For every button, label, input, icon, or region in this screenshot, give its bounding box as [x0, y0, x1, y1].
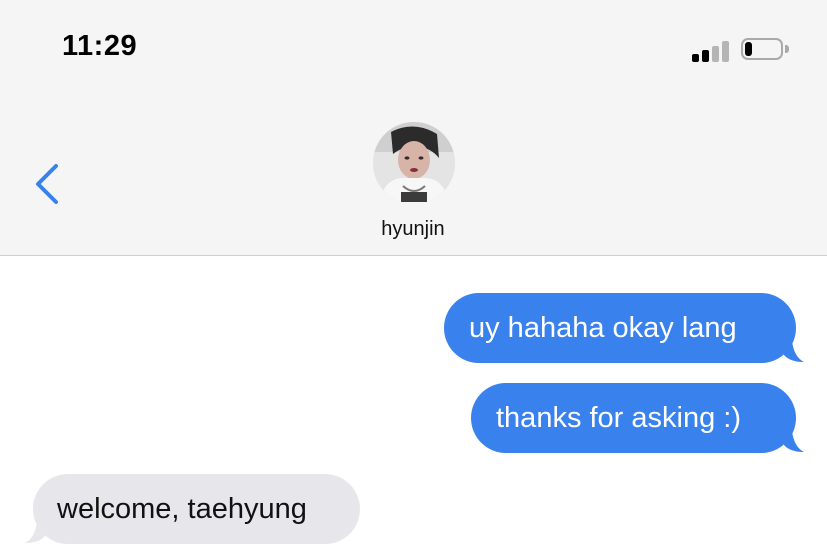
message-text: uy hahaha okay lang: [469, 311, 737, 344]
bubble-tail: [784, 341, 804, 362]
status-time: 11:29: [62, 30, 138, 62]
message-text: thanks for asking :): [496, 401, 741, 434]
back-button[interactable]: [26, 160, 66, 208]
signal-bar: [692, 54, 699, 62]
battery-icon: [741, 38, 789, 62]
battery-nub: [785, 45, 789, 53]
bubble-tail: [25, 522, 45, 543]
conversation-header: 11:29 hyunjin: [0, 0, 827, 256]
contact-name[interactable]: hyunjin: [313, 218, 513, 241]
bubble-tail: [784, 431, 804, 452]
incoming-message-bubble[interactable]: welcome, taehyung: [25, 474, 360, 544]
cellular-signal-icon: [692, 40, 732, 62]
message-text: welcome, taehyung: [57, 492, 307, 525]
avatar-photo: [373, 122, 455, 204]
outgoing-message-bubble[interactable]: uy hahaha okay lang: [444, 293, 804, 363]
signal-bar: [712, 46, 719, 62]
battery-level: [745, 42, 752, 56]
outgoing-message-bubble[interactable]: thanks for asking :): [471, 383, 804, 453]
chevron-left-icon: [36, 164, 58, 204]
contact-avatar[interactable]: [373, 122, 455, 204]
signal-bar: [702, 50, 709, 62]
signal-bar: [722, 41, 729, 62]
